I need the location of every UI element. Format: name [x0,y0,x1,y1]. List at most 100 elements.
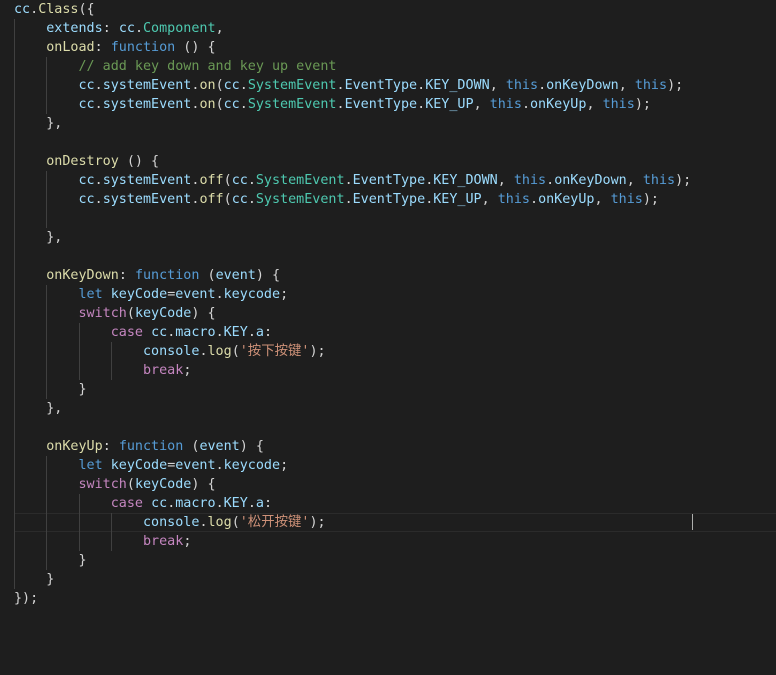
code-line[interactable] [14,133,691,152]
code-token: this [497,192,530,207]
code-token: EventType [352,192,426,207]
code-editor[interactable]: cc.Class({ extends: cc.Component, onLoad… [0,0,776,675]
code-token: EventType [344,78,418,93]
code-token: . [336,78,345,93]
indent-guide [14,418,15,437]
code-line[interactable]: let keyCode=event.keycode; [14,456,691,475]
code-line[interactable]: onDestroy () { [14,152,691,171]
code-line[interactable]: cc.systemEvent.off(cc.SystemEvent.EventT… [14,190,691,209]
code-line[interactable]: let keyCode=event.keycode; [14,285,691,304]
code-token: ) { [191,477,216,492]
code-token: function [134,268,200,283]
code-token: ); [642,192,659,207]
code-line[interactable]: cc.systemEvent.on(cc.SystemEvent.EventTy… [14,76,691,95]
indent-guide [46,475,48,494]
code-token: this [634,78,668,93]
indent-guide [110,532,112,551]
code-line[interactable]: break; [14,361,691,380]
indent-guide [46,494,48,513]
code-line[interactable]: onLoad: function () { [14,38,691,57]
code-token: ); [667,78,684,93]
code-line[interactable]: }, [14,228,691,247]
code-token: ); [309,344,326,359]
code-token: , [594,192,611,207]
indent-guide [14,76,15,95]
indent-guide [46,342,48,361]
code-line[interactable] [14,418,691,437]
code-area[interactable]: cc.Class({ extends: cc.Component, onLoad… [14,0,776,608]
code-token: . [247,173,256,188]
code-line[interactable]: } [14,380,691,399]
code-token: cc [223,78,240,93]
code-token: SystemEvent [255,173,345,188]
code-line[interactable]: } [14,570,691,589]
code-token: , [215,21,224,36]
code-token: this [505,78,539,93]
code-token: this [642,173,676,188]
code-token: onDestroy [46,154,119,169]
code-line[interactable]: cc.systemEvent.on(cc.SystemEvent.EventTy… [14,95,691,114]
code-token: . [336,97,345,112]
code-line[interactable]: onKeyUp: function (event) { [14,437,691,456]
code-line[interactable]: break; [14,532,691,551]
indent-guide [14,475,15,494]
code-line[interactable]: switch(keyCode) { [14,304,691,323]
code-token: keyCode [134,477,192,492]
code-token: cc [151,325,168,340]
indent-guide [14,19,15,38]
indent-guide [78,342,80,361]
code-token: . [538,78,547,93]
code-token: . [239,97,248,112]
indent-guide [14,209,15,228]
indent-guide [14,532,15,551]
indent-guide [14,494,15,513]
code-line[interactable]: }, [14,399,691,418]
code-token: keycode [223,458,281,473]
code-line[interactable]: cc.Class({ [14,0,691,19]
indent-guide [14,95,15,114]
indent-guide [46,456,48,475]
code-token: event [175,458,216,473]
code-line[interactable]: console.log('松开按键'); [14,513,776,532]
indent-guide [46,513,48,532]
code-token: Class [38,2,79,17]
code-line[interactable]: switch(keyCode) { [14,475,691,494]
code-line[interactable]: extends: cc.Component, [14,19,691,38]
indent-guide [110,342,112,361]
code-token: SystemEvent [247,78,337,93]
code-line[interactable]: } [14,551,691,570]
indent-guide [46,76,48,95]
code-token: this [513,173,547,188]
code-line[interactable]: }); [14,589,691,608]
code-token: } [46,572,55,587]
code-token: macro [175,496,216,511]
code-line[interactable]: console.log('按下按键'); [14,342,691,361]
code-line[interactable]: // add key down and key up event [14,57,691,76]
indent-guide [46,95,48,114]
code-line[interactable] [14,209,691,228]
code-line[interactable]: }, [14,114,691,133]
code-token: EventType [344,97,418,112]
code-token: , [489,78,506,93]
code-line[interactable]: onKeyDown: function (event) { [14,266,691,285]
code-token: . [94,97,103,112]
code-token: cc [151,496,168,511]
code-line[interactable]: case cc.macro.KEY.a: [14,323,691,342]
code-line[interactable] [14,247,691,266]
code-token: cc [231,173,248,188]
indent-guide [110,513,112,532]
indent-guide [14,171,15,190]
code-line[interactable]: case cc.macro.KEY.a: [14,494,691,513]
indent-guide [14,133,15,152]
code-token: ( [231,344,240,359]
code-token: this [610,192,643,207]
code-token: . [215,287,224,302]
indent-guide [46,380,48,399]
code-token: ; [183,363,192,378]
code-token: } [78,553,87,568]
code-line[interactable]: cc.systemEvent.off(cc.SystemEvent.EventT… [14,171,691,190]
code-token: let [78,287,103,302]
